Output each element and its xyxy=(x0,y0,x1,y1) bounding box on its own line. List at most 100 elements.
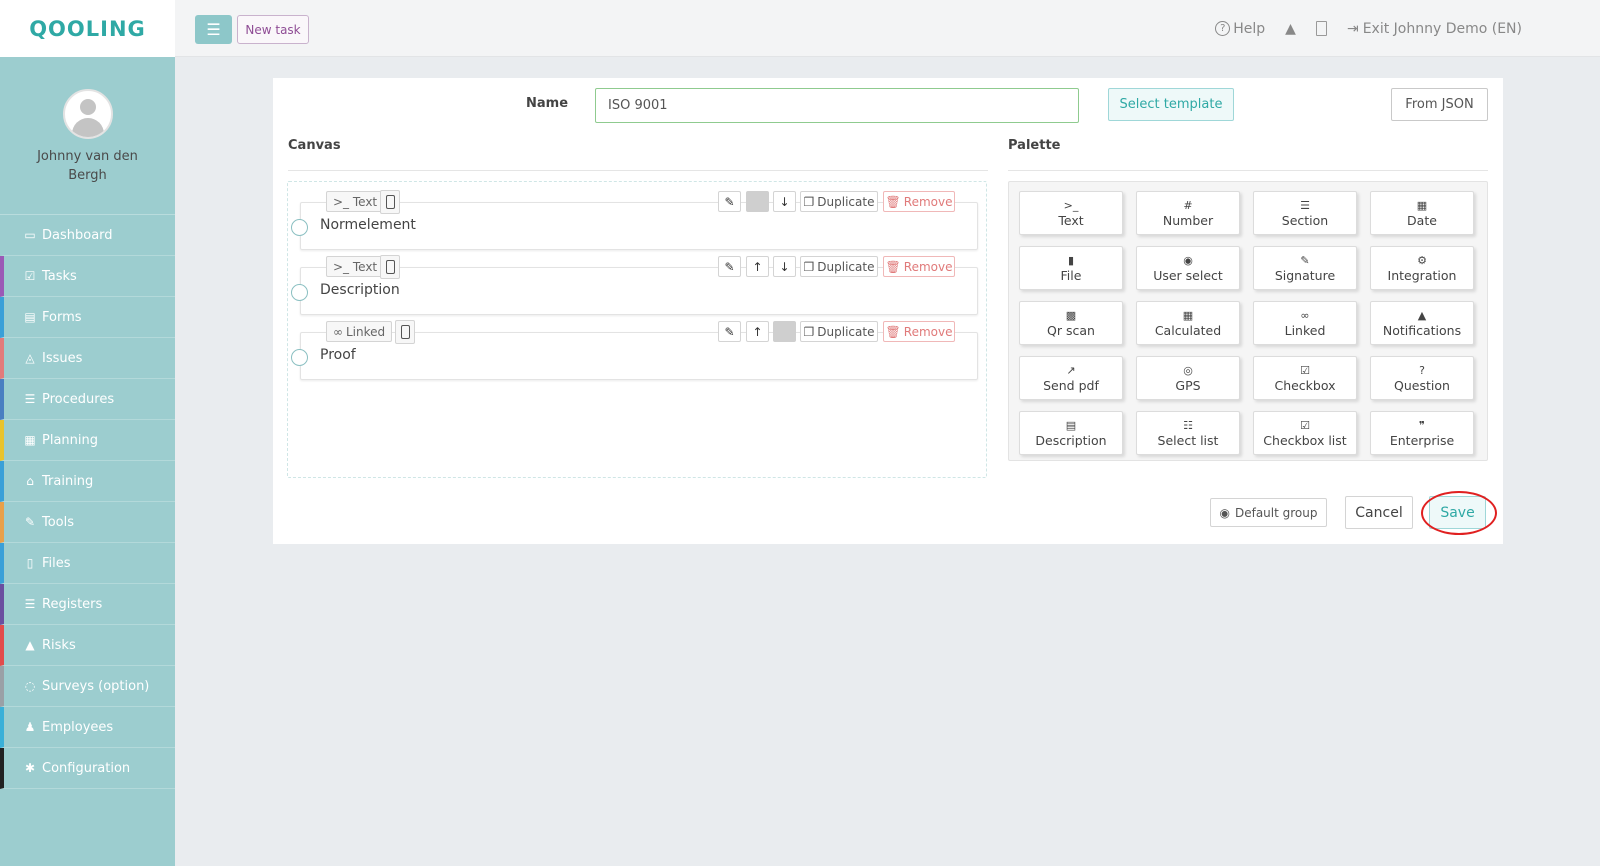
exit-link[interactable]: ⇥ Exit Johnny Demo (EN) xyxy=(1347,21,1522,37)
question-circle-icon: ? xyxy=(1419,363,1425,377)
mobile-icon[interactable] xyxy=(380,255,400,279)
from-json-button[interactable]: From JSON xyxy=(1391,88,1488,121)
palette-item-description[interactable]: ▤ Description xyxy=(1019,411,1123,455)
calendar-icon: ▦ xyxy=(24,433,36,447)
field-radio[interactable] xyxy=(291,219,308,236)
menu-toggle-button[interactable]: ☰ xyxy=(195,15,232,44)
bell-icon: ◬ xyxy=(25,351,35,365)
arrow-up-icon[interactable]: ↑ xyxy=(746,321,769,342)
cogs-icon: ⚙ xyxy=(1417,253,1427,267)
sidebar-item-dashboard[interactable]: ▭ Dashboard xyxy=(0,215,175,256)
palette-item-send-pdf[interactable]: ↗ Send pdf xyxy=(1019,356,1123,400)
sidebar-item-label: Training xyxy=(42,473,94,489)
remove-button[interactable]: 🗑 Remove xyxy=(883,191,955,212)
palette-item-section[interactable]: ☰ Section xyxy=(1253,191,1357,235)
duplicate-button[interactable]: ❐ Duplicate xyxy=(800,191,878,212)
field-toolbar: >_ Text ✎ ↑ ↓ ❐ Duplicate 🗑 Remove xyxy=(301,255,977,279)
bell-icon[interactable]: ▲ xyxy=(1285,21,1296,37)
sidebar-item-registers[interactable]: ☰ Registers xyxy=(0,584,175,625)
palette-item-question[interactable]: ? Question xyxy=(1370,356,1474,400)
duplicate-button[interactable]: ❐ Duplicate xyxy=(800,321,878,342)
help-link[interactable]: ? Help xyxy=(1215,21,1265,37)
wrench-icon[interactable]: ✎ xyxy=(718,321,741,342)
canvas-field[interactable]: >_ Text ✎ ↓ ❐ Duplicate 🗑 Remove Normele… xyxy=(291,190,978,250)
palette-item-select-list[interactable]: ☷ Select list xyxy=(1136,411,1240,455)
avatar[interactable] xyxy=(62,89,113,139)
arrow-down-icon[interactable]: ↓ xyxy=(773,256,796,277)
qrcode-icon: ▩ xyxy=(1065,308,1077,322)
check-square-icon: ☑ xyxy=(1300,418,1310,432)
name-input[interactable]: ISO 9001 xyxy=(595,88,1079,123)
arrow-up-icon[interactable]: ↑ xyxy=(746,256,769,277)
sidebar-item-tools[interactable]: ✎ Tools xyxy=(0,502,175,543)
hamburger-icon: ☰ xyxy=(206,20,221,39)
select-template-button[interactable]: Select template xyxy=(1108,88,1234,121)
check-square-icon: ☑ xyxy=(24,269,36,283)
field-type-tag: >_ Text xyxy=(326,191,385,212)
palette-item-text[interactable]: >_ Text xyxy=(1019,191,1123,235)
palette-item-file[interactable]: ▮ File xyxy=(1019,246,1123,290)
cancel-button[interactable]: Cancel xyxy=(1345,496,1413,529)
palette-item-qr-scan[interactable]: ▩ Qr scan xyxy=(1019,301,1123,345)
mobile-icon[interactable] xyxy=(395,320,415,344)
palette-item-enterprise[interactable]: ❞ Enterprise xyxy=(1370,411,1474,455)
trash-icon: 🗑 xyxy=(885,194,901,209)
remove-label: Remove xyxy=(903,259,953,274)
pen-square-icon: ✎ xyxy=(1300,253,1310,267)
sign-out-icon: ⇥ xyxy=(1346,20,1359,37)
palette-item-signature[interactable]: ✎ Signature xyxy=(1253,246,1357,290)
palette-item-calculated[interactable]: ▦ Calculated xyxy=(1136,301,1240,345)
new-task-button[interactable]: New task xyxy=(237,15,309,44)
sidebar-item-surveys-option[interactable]: ◌ Surveys (option) xyxy=(0,666,175,707)
sidebar-item-training[interactable]: ⌂ Training xyxy=(0,461,175,502)
sidebar-item-risks[interactable]: ▲ Risks xyxy=(0,625,175,666)
avatar-body xyxy=(71,118,104,137)
palette-item-label: Checkbox list xyxy=(1263,432,1347,448)
duplicate-button[interactable]: ❐ Duplicate xyxy=(800,256,878,277)
default-group-button[interactable]: ◉ Default group xyxy=(1210,498,1327,527)
sidebar-item-tasks[interactable]: ☑ Tasks xyxy=(0,256,175,297)
move-down-disabled xyxy=(773,321,796,342)
palette-item-checkbox[interactable]: ☑ Checkbox xyxy=(1253,356,1357,400)
canvas-field[interactable]: ∞ Linked ✎ ↑ ❐ Duplicate 🗑 Remove Proof xyxy=(291,320,978,380)
save-highlight-annotation xyxy=(1421,491,1497,535)
remove-button[interactable]: 🗑 Remove xyxy=(883,256,955,277)
palette-item-number[interactable]: # Number xyxy=(1136,191,1240,235)
arrow-down-icon[interactable]: ↓ xyxy=(773,191,796,212)
canvas-area[interactable]: >_ Text ✎ ↓ ❐ Duplicate 🗑 Remove Normele… xyxy=(287,181,987,478)
palette-item-date[interactable]: ▦ Date xyxy=(1370,191,1474,235)
palette-item-user-select[interactable]: ◉ User select xyxy=(1136,246,1240,290)
palette-item-label: Select list xyxy=(1157,432,1219,448)
palette-item-label: Checkbox xyxy=(1274,377,1336,393)
palette-item-integration[interactable]: ⚙ Integration xyxy=(1370,246,1474,290)
sidebar-item-label: Surveys (option) xyxy=(42,678,150,694)
palette-item-linked[interactable]: ∞ Linked xyxy=(1253,301,1357,345)
building-icon[interactable] xyxy=(1315,21,1327,36)
sidebar-item-procedures[interactable]: ☰ Procedures xyxy=(0,379,175,420)
field-radio[interactable] xyxy=(291,349,308,366)
sidebar-item-files[interactable]: ▯ Files xyxy=(0,543,175,584)
file-text-icon: ▤ xyxy=(1065,418,1077,432)
sidebar-item-forms[interactable]: ▤ Forms xyxy=(0,297,175,338)
check-square-icon: ☑ xyxy=(1300,363,1310,377)
wrench-icon[interactable]: ✎ xyxy=(718,191,741,212)
palette-item-gps[interactable]: ◎ GPS xyxy=(1136,356,1240,400)
sidebar-item-issues[interactable]: ◬ Issues xyxy=(0,338,175,379)
sidebar-item-employees[interactable]: ♟ Employees xyxy=(0,707,175,748)
mobile-icon[interactable] xyxy=(380,190,400,214)
sidebar-item-planning[interactable]: ▦ Planning xyxy=(0,420,175,461)
remove-button[interactable]: 🗑 Remove xyxy=(883,321,955,342)
question-circle-icon: ? xyxy=(1215,21,1231,36)
palette-item-checkbox-list[interactable]: ☑ Checkbox list xyxy=(1253,411,1357,455)
sidebar-item-label: Tools xyxy=(42,514,75,530)
terminal-icon: >_ xyxy=(1063,198,1079,212)
field-radio[interactable] xyxy=(291,284,308,301)
palette-item-label: File xyxy=(1060,267,1082,283)
app-logo[interactable]: QOOLING xyxy=(29,17,146,41)
wrench-icon[interactable]: ✎ xyxy=(718,256,741,277)
canvas-field[interactable]: >_ Text ✎ ↑ ↓ ❐ Duplicate 🗑 Remove Descr… xyxy=(291,255,978,315)
calendar-icon: ▦ xyxy=(1416,198,1428,212)
move-up-disabled xyxy=(746,191,769,212)
palette-item-notifications[interactable]: ▲ Notifications xyxy=(1370,301,1474,345)
sidebar-item-configuration[interactable]: ✱ Configuration xyxy=(0,748,175,789)
